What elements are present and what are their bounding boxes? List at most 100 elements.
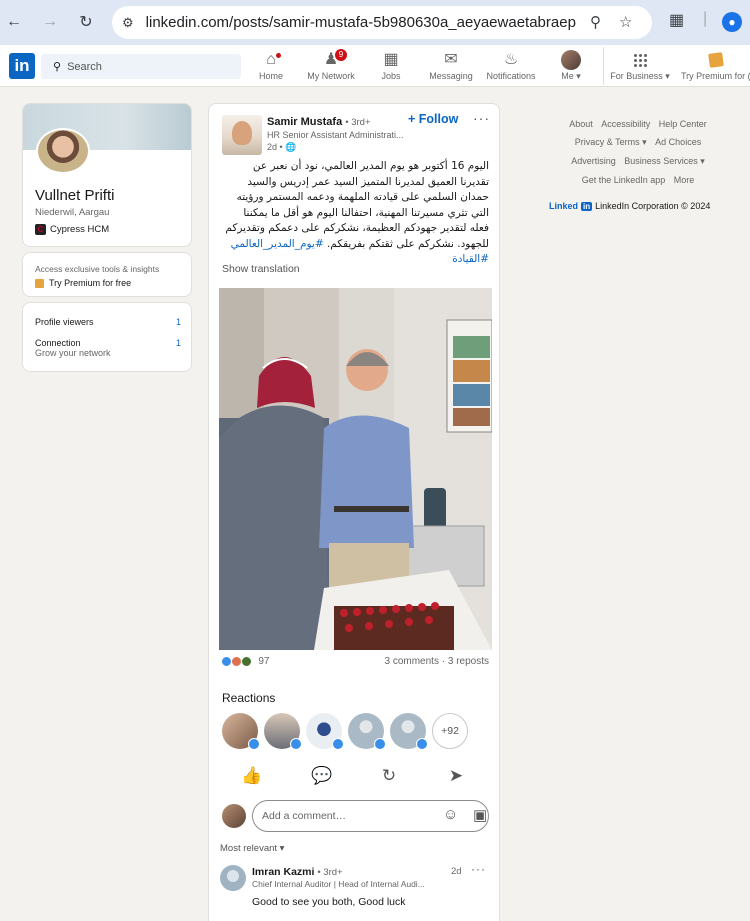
extensions-icon[interactable]: ▦	[669, 10, 684, 30]
profile-name[interactable]: Vullnet Prifti	[35, 187, 114, 204]
nav-jobs[interactable]: ▦ Jobs	[361, 49, 421, 81]
company-logo-icon: C	[35, 224, 46, 235]
divider: |	[703, 10, 708, 27]
more-options-icon[interactable]: ···	[473, 110, 490, 126]
connection-sub: Grow your network	[35, 348, 111, 358]
bookmark-star-icon[interactable]: ☆	[619, 13, 632, 31]
linkedin-wordmark: Linked	[549, 201, 579, 211]
post-author-title: HR Senior Assistant Administrati...	[267, 130, 404, 140]
footer-link-accessibility[interactable]: Accessibility	[601, 119, 650, 129]
reactor-avatar[interactable]	[264, 713, 302, 750]
footer-link-business-services[interactable]: Business Services ▾	[624, 156, 705, 166]
address-bar[interactable]: ⚙ linkedin.com/posts/samir-mustafa-5b980…	[112, 6, 652, 39]
comment-composer: Add a comment… ☺ ▣	[219, 800, 491, 834]
premium-cta-label: Try Premium for free	[49, 278, 132, 288]
follow-button[interactable]: + Follow	[408, 112, 458, 126]
footer-link-about[interactable]: About	[569, 119, 593, 129]
footer-links: About Accessibility Help Center Privacy …	[543, 119, 733, 193]
profile-viewers-value: 1	[175, 317, 181, 327]
nav-try-premium[interactable]: Try Premium for (	[681, 49, 750, 81]
stats-card: Profile viewers 1 Connection 1 Grow your…	[22, 302, 192, 372]
browser-toolbar: ← → ↻ ⚙ linkedin.com/posts/samir-mustafa…	[0, 0, 750, 45]
reactor-avatar[interactable]	[390, 713, 428, 750]
support-reaction-icon	[240, 656, 252, 667]
connection-label: Connection	[35, 338, 81, 348]
nav-messaging-label: Messaging	[429, 71, 473, 81]
emoji-icon[interactable]: ☺	[443, 806, 458, 823]
url-text[interactable]: linkedin.com/posts/samir-mustafa-5b98063…	[146, 14, 576, 31]
company-name: Cypress HCM	[50, 224, 110, 235]
like-button[interactable]: 👍	[232, 766, 272, 786]
reload-icon[interactable]: ↻	[72, 8, 100, 36]
profile-card[interactable]: Vullnet Prifti Niederwil, Aargau C Cypre…	[22, 103, 192, 247]
profile-company[interactable]: C Cypress HCM	[35, 224, 109, 235]
post-text: اليوم 16 أكتوبر هو يوم المدير العالمي، ن…	[222, 159, 489, 268]
comment-sort-dropdown[interactable]: Most relevant ▾	[220, 843, 284, 854]
post-body: اليوم 16 أكتوبر هو يوم المدير العالمي، ن…	[225, 160, 489, 250]
post-card: Samir Mustafa • 3rd+ HR Senior Assistant…	[208, 103, 500, 921]
forward-icon[interactable]: →	[36, 8, 64, 36]
search-input[interactable]: Search	[67, 61, 102, 73]
back-icon[interactable]: ←	[0, 8, 28, 36]
nav-notifications-label: Notifications	[486, 71, 536, 81]
avatar[interactable]	[222, 115, 262, 155]
like-icon	[374, 738, 386, 750]
nav-my-network[interactable]: ♟ 9 My Network	[301, 49, 361, 81]
more-reactors-button[interactable]: +92	[432, 713, 468, 749]
nav-home[interactable]: ⌂ Home	[241, 49, 301, 81]
post-image[interactable]	[219, 288, 492, 650]
zoom-icon[interactable]: ⚲	[590, 13, 601, 31]
profile-viewers-row[interactable]: Profile viewers 1	[35, 317, 181, 327]
avatar[interactable]	[36, 128, 90, 174]
browser-profile-icon[interactable]: ●	[722, 12, 742, 32]
reactor-avatar[interactable]	[222, 713, 260, 750]
message-icon: ✉	[444, 51, 458, 68]
nav-notifications[interactable]: ♨ Notifications	[481, 49, 541, 81]
nav-for-business[interactable]: For Business ▾	[610, 49, 670, 82]
comment-text: Good to see you both, Good luck	[252, 896, 406, 908]
post-author[interactable]: Samir Mustafa • 3rd+	[267, 116, 371, 128]
footer-link-get-app[interactable]: Get the LinkedIn app	[582, 175, 666, 185]
reactor-avatar[interactable]	[306, 713, 344, 750]
premium-cta[interactable]: Try Premium for free	[35, 278, 131, 288]
search-box[interactable]: ⚲ Search	[41, 54, 241, 79]
nav-home-label: Home	[258, 71, 283, 81]
connection-row[interactable]: Connection 1 Grow your network	[35, 338, 181, 358]
nav-jobs-label: Jobs	[381, 71, 401, 81]
footer-link-more[interactable]: More	[674, 175, 695, 185]
post-time: 2d • 🌐	[267, 142, 297, 152]
linkedin-logo[interactable]: in	[9, 53, 35, 79]
footer-link-help-center[interactable]: Help Center	[659, 119, 707, 129]
site-settings-icon[interactable]: ⚙	[122, 15, 134, 31]
repost-button[interactable]: ↻	[369, 766, 409, 786]
footer-link-privacy-terms[interactable]: Privacy & Terms ▾	[575, 137, 647, 147]
comment-more-icon[interactable]: ···	[471, 862, 486, 876]
footer-link-ad-choices[interactable]: Ad Choices	[655, 137, 701, 147]
premium-card[interactable]: Access exclusive tools & insights Try Pr…	[22, 252, 192, 297]
connection-value: 1	[175, 338, 181, 348]
divider	[603, 47, 604, 85]
nav-me[interactable]: Me ▾	[541, 49, 601, 82]
comments-count[interactable]: 3 comments	[385, 656, 439, 667]
image-icon[interactable]: ▣	[473, 806, 487, 824]
avatar[interactable]	[220, 865, 246, 891]
linkedin-wordmark-box: in	[581, 201, 593, 211]
nav-try-premium-label: Try Premium for (	[681, 71, 750, 81]
footer-link-advertising[interactable]: Advertising	[571, 156, 616, 166]
post-action-bar: 👍 💬 ↻ ➤	[209, 762, 499, 792]
show-translation-link[interactable]: Show translation	[222, 263, 300, 275]
search-icon: ⚲	[53, 61, 62, 73]
chevron-down-icon: ▾	[576, 71, 581, 81]
like-icon	[332, 738, 344, 750]
reposts-count[interactable]: 3 reposts	[448, 656, 489, 667]
nav-messaging[interactable]: ✉ Messaging	[421, 49, 481, 81]
reaction-count: 97	[258, 656, 270, 668]
footer-brand: Linked in LinkedIn Corporation © 2024	[549, 201, 710, 211]
comment-button[interactable]: 💬	[302, 766, 342, 786]
send-button[interactable]: ➤	[436, 766, 476, 786]
comment-author[interactable]: Imran Kazmi • 3rd+	[252, 866, 343, 878]
like-icon	[248, 738, 260, 750]
reactor-avatar[interactable]	[348, 713, 386, 750]
like-icon	[290, 738, 302, 750]
reactions-summary[interactable]: 97	[221, 656, 269, 667]
